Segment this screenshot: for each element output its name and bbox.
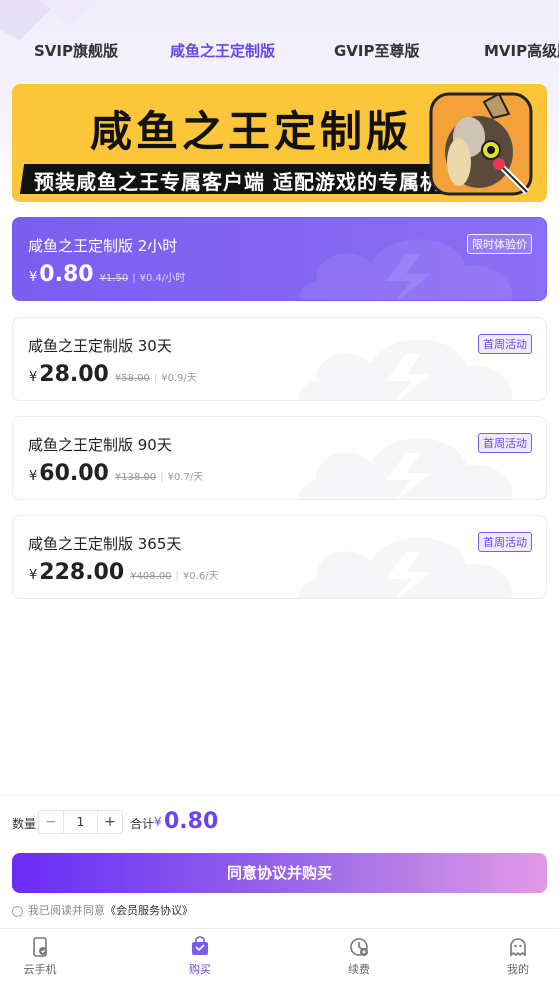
plan-original-price: ¥138.00 [114, 472, 157, 483]
agree-and-buy-button[interactable]: 同意协议并购买 [12, 853, 547, 893]
agreement-row: 我已阅读并同意《会员服务协议》 [12, 902, 193, 917]
nav-item-mine[interactable]: 我的 [488, 936, 548, 977]
plan-badge: 首周活动 [478, 433, 532, 453]
currency-symbol: ¥ [29, 568, 38, 583]
nav-label: 续费 [348, 963, 370, 976]
increment-button[interactable]: + [98, 811, 122, 833]
version-tabs: SVIP旗舰版 咸鱼之王定制版 GVIP至尊版 MVIP高级版 [0, 36, 559, 64]
renew-clock-icon [350, 938, 368, 956]
price-separator: | [160, 472, 164, 483]
tab-svip[interactable]: SVIP旗舰版 [34, 40, 118, 61]
plan-badge: 限时体验价 [467, 234, 532, 254]
plan-original-price: ¥58.00 [114, 373, 150, 384]
plan-card-365d[interactable]: 咸鱼之王定制版 365天 首周活动 ¥228.00 ¥408.00 | ¥0.6/天 [12, 515, 547, 599]
plan-price-row: ¥228.00 ¥408.00 | ¥0.6/天 [29, 560, 219, 588]
plan-price-row: ¥60.00 ¥138.00 | ¥0.7/天 [29, 461, 203, 489]
currency-symbol: ¥ [29, 469, 38, 484]
plan-price-row: ¥28.00 ¥58.00 | ¥0.9/天 [29, 362, 197, 390]
plan-price-row: ¥0.80 ¥1.50 | ¥0.4/小时 [29, 262, 185, 290]
tab-mvip[interactable]: MVIP高级版 [484, 40, 559, 61]
plan-original-price: ¥408.00 [130, 571, 172, 582]
purchase-divider [0, 795, 559, 796]
plan-card-90d[interactable]: 咸鱼之王定制版 90天 首周活动 ¥60.00 ¥138.00 | ¥0.7/天 [12, 416, 547, 500]
total-currency: ¥ [154, 815, 162, 829]
service-agreement-link[interactable]: 《会员服务协议》 [105, 904, 193, 917]
plan-badge: 首周活动 [478, 532, 532, 552]
plan-name: 咸鱼之王定制版 365天 [28, 535, 182, 553]
plan-badge: 首周活动 [478, 334, 532, 354]
price-separator: | [153, 373, 158, 384]
plan-original-price: ¥1.50 [99, 273, 129, 284]
agreement-text: 我已阅读并同意 [28, 904, 105, 917]
bottom-nav-divider [0, 928, 559, 929]
plan-price: 28.00 [39, 362, 109, 387]
plan-price: 228.00 [39, 560, 125, 585]
plan-price: 60.00 [39, 461, 109, 486]
price-separator: | [132, 273, 136, 284]
plan-unit-price: ¥0.9/天 [161, 373, 197, 384]
nav-label: 购买 [189, 963, 211, 976]
nav-label: 云手机 [23, 963, 57, 976]
shopping-bag-icon [192, 936, 208, 955]
currency-symbol: ¥ [29, 270, 38, 285]
tab-gvip[interactable]: GVIP至尊版 [334, 40, 420, 61]
plan-card-30d[interactable]: 咸鱼之王定制版 30天 首周活动 ¥28.00 ¥58.00 | ¥0.9/天 [12, 317, 547, 401]
plan-unit-price: ¥0.6/天 [182, 571, 219, 582]
plan-name: 咸鱼之王定制版 90天 [28, 436, 172, 454]
tab-xianyu-custom[interactable]: 咸鱼之王定制版 [170, 40, 275, 61]
total-label: 合计 [130, 817, 155, 831]
plan-unit-price: ¥0.4/小时 [139, 273, 186, 284]
phone-icon [33, 937, 47, 957]
profile-ghost-icon [510, 938, 526, 957]
game-character-icon [429, 92, 533, 196]
nav-item-renew[interactable]: 续费 [329, 936, 389, 977]
agreement-checkbox[interactable] [12, 905, 23, 917]
promo-banner[interactable]: 咸鱼之王定制版 预装咸鱼之王专属客户端 适配游戏的专属机型 [12, 84, 547, 202]
quantity-stepper: − 1 + [38, 810, 123, 834]
plan-price: 0.80 [39, 262, 94, 287]
price-separator: | [175, 571, 179, 582]
decrement-button[interactable]: − [39, 811, 63, 833]
banner-title: 咸鱼之王定制版 [90, 107, 413, 156]
total-amount: 0.80 [164, 809, 219, 834]
plan-unit-price: ¥0.7/天 [167, 472, 204, 483]
nav-label: 我的 [507, 963, 529, 976]
plan-name: 咸鱼之王定制版 2小时 [28, 237, 178, 255]
currency-symbol: ¥ [29, 370, 38, 385]
plan-name: 咸鱼之王定制版 30天 [28, 337, 172, 355]
nav-item-cloud-phone[interactable]: 云手机 [10, 936, 70, 977]
plan-card-2h[interactable]: 咸鱼之王定制版 2小时 限时体验价 ¥0.80 ¥1.50 | ¥0.4/小时 [12, 217, 547, 301]
nav-item-buy[interactable]: 购买 [170, 936, 230, 977]
banner-subtitle: 预装咸鱼之王专属客户端 适配游戏的专属机型 [34, 170, 462, 194]
quantity-input[interactable]: 1 [63, 811, 98, 833]
quantity-label: 数量 [12, 817, 37, 831]
